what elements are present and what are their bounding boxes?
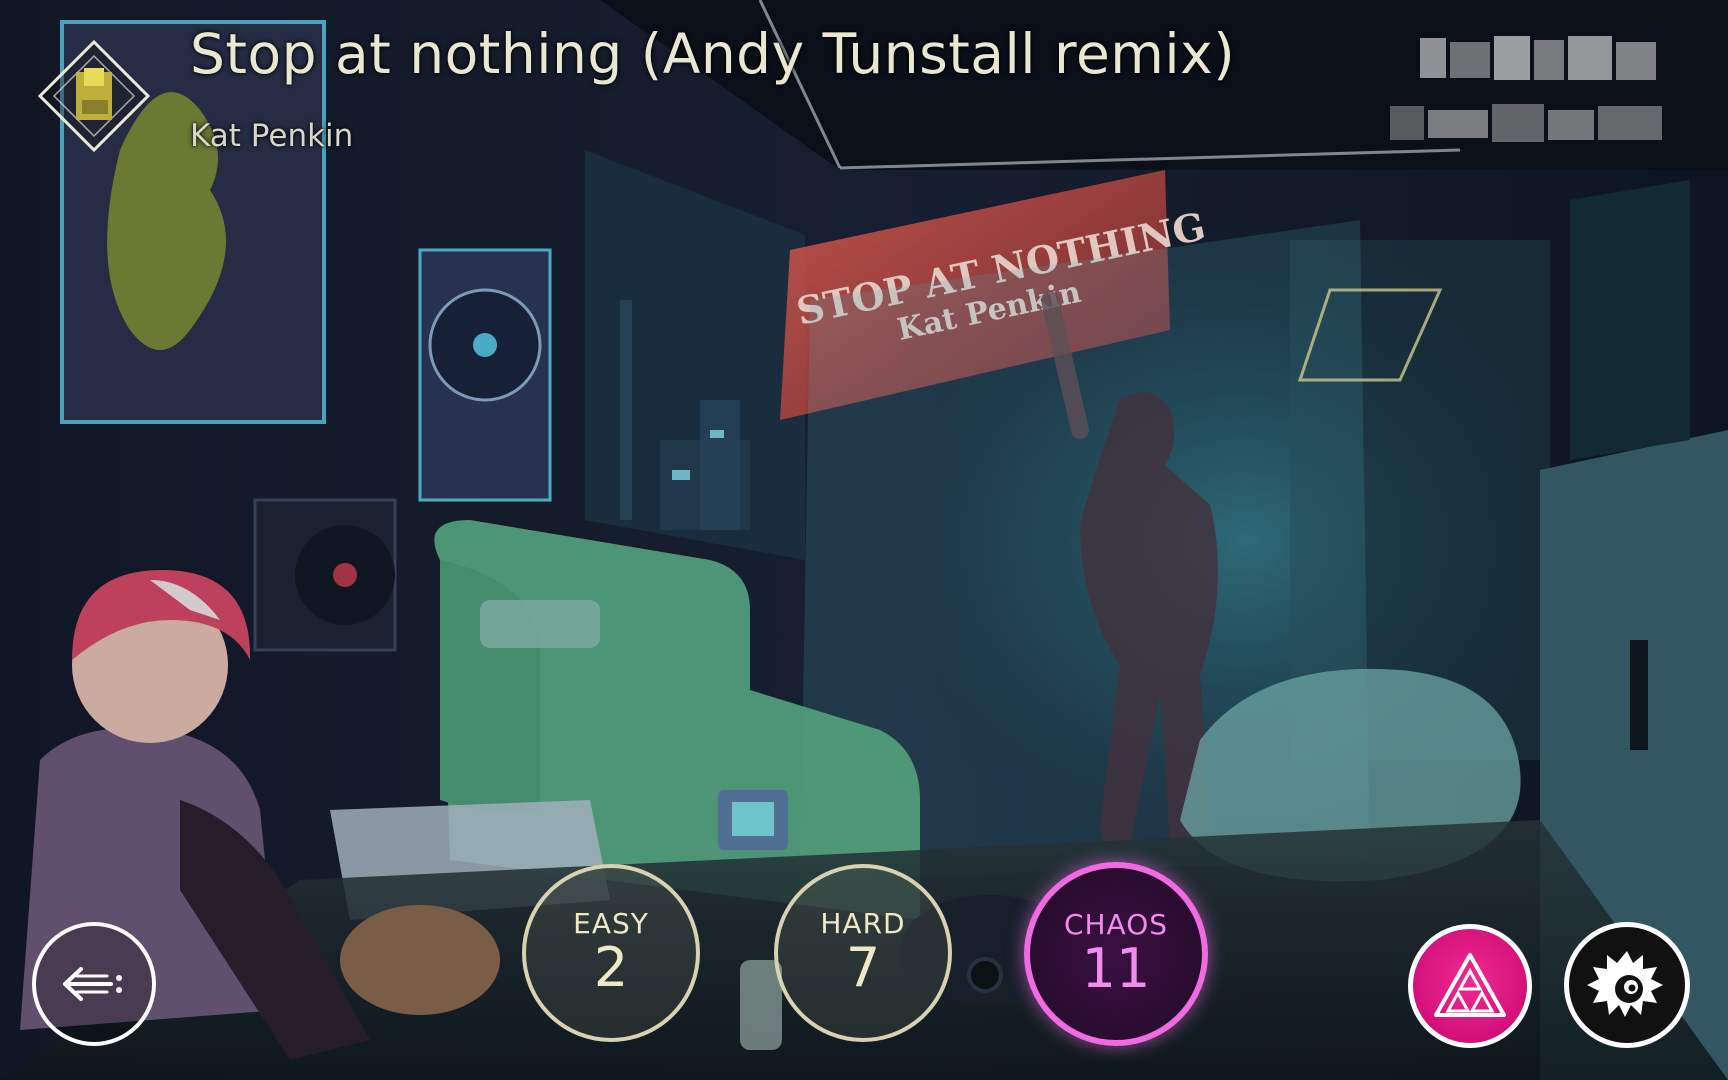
difficulty-chaos-button[interactable]: CHAOS 11 bbox=[1024, 862, 1208, 1046]
difficulty-level: 11 bbox=[1081, 937, 1151, 1000]
song-title: Stop at nothing (Andy Tunstall remix) bbox=[190, 22, 1236, 86]
difficulty-hard-button[interactable]: HARD 7 bbox=[774, 864, 952, 1042]
difficulty-easy-button[interactable]: EASY 2 bbox=[522, 864, 700, 1042]
profile-info-blurred bbox=[1390, 36, 1662, 142]
song-select-screen: STOP AT NOTHING Kat Penkin Stop at nothi… bbox=[0, 0, 1728, 1080]
back-arrow-icon bbox=[63, 967, 122, 1001]
back-button[interactable] bbox=[32, 922, 156, 1046]
difficulty-label: HARD bbox=[820, 907, 906, 940]
mode-button[interactable] bbox=[1408, 924, 1532, 1048]
difficulty-level: 7 bbox=[845, 936, 881, 999]
difficulty-label: EASY bbox=[573, 907, 649, 940]
triforce-triangle-icon bbox=[1434, 953, 1506, 1017]
cherry-character-icon bbox=[1587, 951, 1663, 1017]
difficulty-label: CHAOS bbox=[1063, 908, 1169, 941]
character-button[interactable] bbox=[1564, 922, 1690, 1048]
song-diamond-icon bbox=[37, 39, 151, 153]
song-artist: Kat Penkin bbox=[190, 118, 354, 154]
difficulty-level: 2 bbox=[593, 936, 629, 999]
